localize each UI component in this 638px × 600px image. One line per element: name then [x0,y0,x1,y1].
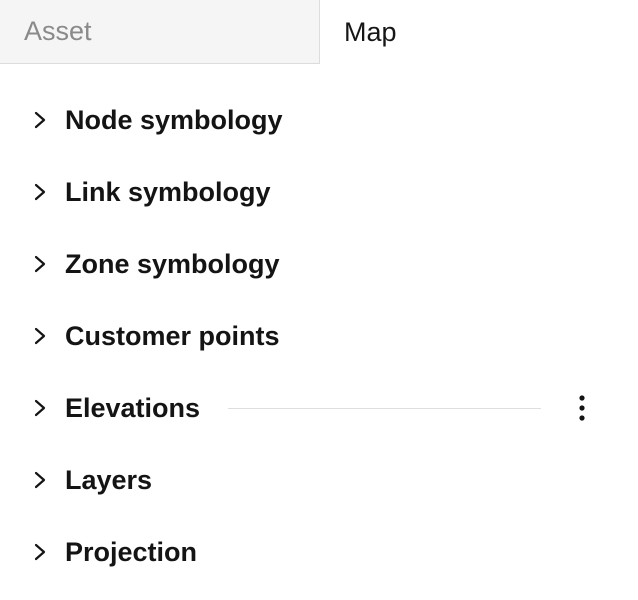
chevron-right-icon [34,255,46,273]
tab-map[interactable]: Map [320,0,638,64]
section-node-symbology[interactable]: Node symbology [0,96,638,144]
section-label: Projection [65,536,198,567]
chevron-right-icon [34,327,46,345]
section-label: Customer points [65,320,280,351]
section-customer-points[interactable]: Customer points [0,312,638,360]
more-vertical-icon[interactable] [570,394,594,422]
section-label: Elevations [65,392,201,423]
section-label: Layers [65,464,153,495]
section-link-symbology[interactable]: Link symbology [0,168,638,216]
chevron-right-icon [34,399,46,417]
section-label: Node symbology [65,104,283,135]
chevron-right-icon [34,183,46,201]
chevron-right-icon [34,471,46,489]
tab-bar: Asset Map [0,0,638,64]
tab-asset-label: Asset [24,16,92,46]
section-label: Zone symbology [65,248,280,279]
tab-asset[interactable]: Asset [0,0,320,64]
section-projection[interactable]: Projection [0,528,638,576]
section-label: Link symbology [65,176,271,207]
tab-map-label: Map [344,16,397,47]
section-elevations[interactable]: Elevations [0,384,638,432]
section-divider [228,408,541,409]
section-zone-symbology[interactable]: Zone symbology [0,240,638,288]
section-layers[interactable]: Layers [0,456,638,504]
chevron-right-icon [34,111,46,129]
chevron-right-icon [34,543,46,561]
